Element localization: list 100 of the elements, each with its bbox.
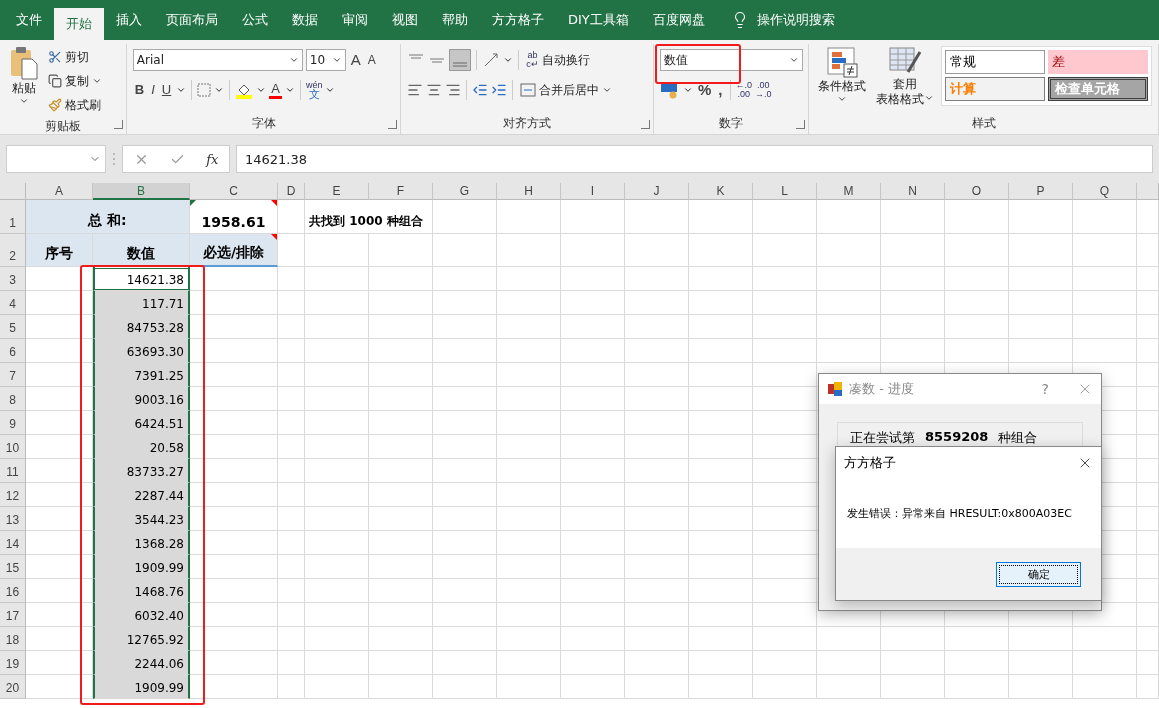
- ribbon-tab[interactable]: 百度网盘: [640, 0, 717, 40]
- comma-button[interactable]: ,: [716, 83, 725, 97]
- decrease-indent-icon[interactable]: [472, 82, 489, 98]
- orientation-icon[interactable]: [482, 51, 501, 69]
- table-cell[interactable]: 7391.25: [93, 363, 190, 387]
- column-header[interactable]: K: [689, 183, 753, 200]
- row-header[interactable]: 3: [0, 267, 26, 291]
- row-header[interactable]: 5: [0, 315, 26, 339]
- launcher-icon[interactable]: [113, 120, 123, 129]
- italic-button[interactable]: I: [149, 83, 157, 97]
- help-button[interactable]: ?: [1041, 381, 1049, 397]
- row-header[interactable]: 17: [0, 603, 26, 627]
- caret-icon[interactable]: [331, 55, 342, 65]
- ok-button[interactable]: 确定: [996, 561, 1081, 587]
- table-cell[interactable]: 1468.76: [93, 579, 190, 603]
- caret-icon[interactable]: [602, 85, 613, 95]
- decrease-decimal-button[interactable]: .00 →.0: [755, 81, 772, 99]
- increase-indent-icon[interactable]: [491, 82, 508, 98]
- column-header[interactable]: M: [817, 183, 881, 200]
- column-header[interactable]: P: [1009, 183, 1073, 200]
- percent-button[interactable]: %: [696, 83, 714, 97]
- font-name-select[interactable]: Arial: [132, 49, 303, 71]
- ribbon-tab[interactable]: 插入: [104, 0, 154, 40]
- caret-icon[interactable]: [176, 85, 187, 95]
- launcher-icon[interactable]: [388, 120, 398, 129]
- table-cell[interactable]: 6424.51: [93, 411, 190, 435]
- column-header[interactable]: L: [753, 183, 817, 200]
- row-header[interactable]: 9: [0, 411, 26, 435]
- column-header[interactable]: G: [433, 183, 497, 200]
- table-cell[interactable]: 1909.99: [93, 555, 190, 579]
- table-cell[interactable]: 2287.44: [93, 483, 190, 507]
- launcher-icon[interactable]: [641, 120, 650, 129]
- table-cell[interactable]: 9003.16: [93, 387, 190, 411]
- ribbon-tab[interactable]: DIY工具箱: [556, 0, 641, 40]
- tell-me-search[interactable]: 操作说明搜索: [716, 0, 835, 40]
- column-header[interactable]: N: [881, 183, 945, 200]
- caret-icon[interactable]: [19, 96, 29, 106]
- row-header[interactable]: 7: [0, 363, 26, 387]
- conditional-format-button[interactable]: 条件格式: [815, 46, 869, 110]
- bold-button[interactable]: B: [132, 83, 147, 97]
- table-cell[interactable]: 20.58: [93, 435, 190, 459]
- ribbon-tab[interactable]: 文件: [4, 0, 54, 40]
- row-header[interactable]: 4: [0, 291, 26, 315]
- align-left-icon[interactable]: [407, 82, 424, 98]
- table-cell[interactable]: 14621.38: [93, 267, 190, 291]
- ribbon-tab[interactable]: 帮助: [430, 0, 480, 40]
- row-header[interactable]: 10: [0, 435, 26, 459]
- caret-icon[interactable]: [256, 85, 267, 95]
- column-header[interactable]: A: [26, 183, 93, 200]
- cell-style[interactable]: 差: [1048, 50, 1148, 74]
- row-header[interactable]: 15: [0, 555, 26, 579]
- row-header[interactable]: 20: [0, 675, 26, 699]
- table-cell[interactable]: 6032.40: [93, 603, 190, 627]
- caret-icon[interactable]: [924, 93, 934, 103]
- row-header[interactable]: 12: [0, 483, 26, 507]
- row-header[interactable]: 1: [0, 200, 26, 234]
- caret-icon[interactable]: [503, 55, 514, 65]
- ribbon-tab[interactable]: 视图: [380, 0, 430, 40]
- row-header[interactable]: 2: [0, 234, 26, 267]
- table-cell[interactable]: 1368.28: [93, 531, 190, 555]
- launcher-icon[interactable]: [796, 120, 805, 129]
- column-header[interactable]: E: [305, 183, 369, 200]
- merge-center-button[interactable]: 合并后居中: [518, 79, 615, 101]
- grow-font-button[interactable]: A: [348, 53, 363, 67]
- table-cell[interactable]: 12765.92: [93, 627, 190, 651]
- row-header[interactable]: 14: [0, 531, 26, 555]
- shrink-font-button[interactable]: A: [365, 53, 378, 67]
- caret-icon[interactable]: [789, 55, 799, 65]
- currency-icon[interactable]: [660, 81, 680, 99]
- column-header[interactable]: I: [561, 183, 625, 200]
- row-header[interactable]: 11: [0, 459, 26, 483]
- ribbon-tab[interactable]: 数据: [280, 0, 330, 40]
- column-header[interactable]: Q: [1073, 183, 1137, 200]
- row-header[interactable]: 8: [0, 387, 26, 411]
- increase-decimal-button[interactable]: ←.0 .00: [735, 81, 753, 99]
- column-header[interactable]: J: [625, 183, 689, 200]
- cut-button[interactable]: 剪切: [46, 46, 104, 68]
- number-format-select[interactable]: 数值: [660, 49, 803, 71]
- table-cell[interactable]: 84753.28: [93, 315, 190, 339]
- column-header[interactable]: H: [497, 183, 561, 200]
- font-color-button[interactable]: A: [269, 81, 282, 99]
- caret-icon[interactable]: [92, 76, 102, 86]
- ribbon-tab[interactable]: 审阅: [330, 0, 380, 40]
- paste-button[interactable]: 粘贴: [6, 46, 42, 116]
- format-painter-button[interactable]: 格式刷: [46, 94, 104, 116]
- column-header[interactable]: D: [278, 183, 305, 200]
- insert-function-button[interactable]: fx: [206, 151, 219, 167]
- caret-icon[interactable]: [214, 85, 225, 95]
- caret-icon[interactable]: [325, 85, 336, 95]
- row-header[interactable]: 6: [0, 339, 26, 363]
- caret-icon[interactable]: [837, 94, 847, 104]
- font-size-select[interactable]: 10: [305, 49, 346, 71]
- ribbon-tab[interactable]: 方方格子: [480, 0, 556, 40]
- copy-button[interactable]: 复制: [46, 70, 104, 92]
- table-cell[interactable]: 2244.06: [93, 651, 190, 675]
- row-header[interactable]: 19: [0, 651, 26, 675]
- formula-field[interactable]: 14621.38: [236, 145, 1153, 173]
- table-cell[interactable]: 117.71: [93, 291, 190, 315]
- align-right-icon[interactable]: [445, 82, 462, 98]
- table-cell[interactable]: 83733.27: [93, 459, 190, 483]
